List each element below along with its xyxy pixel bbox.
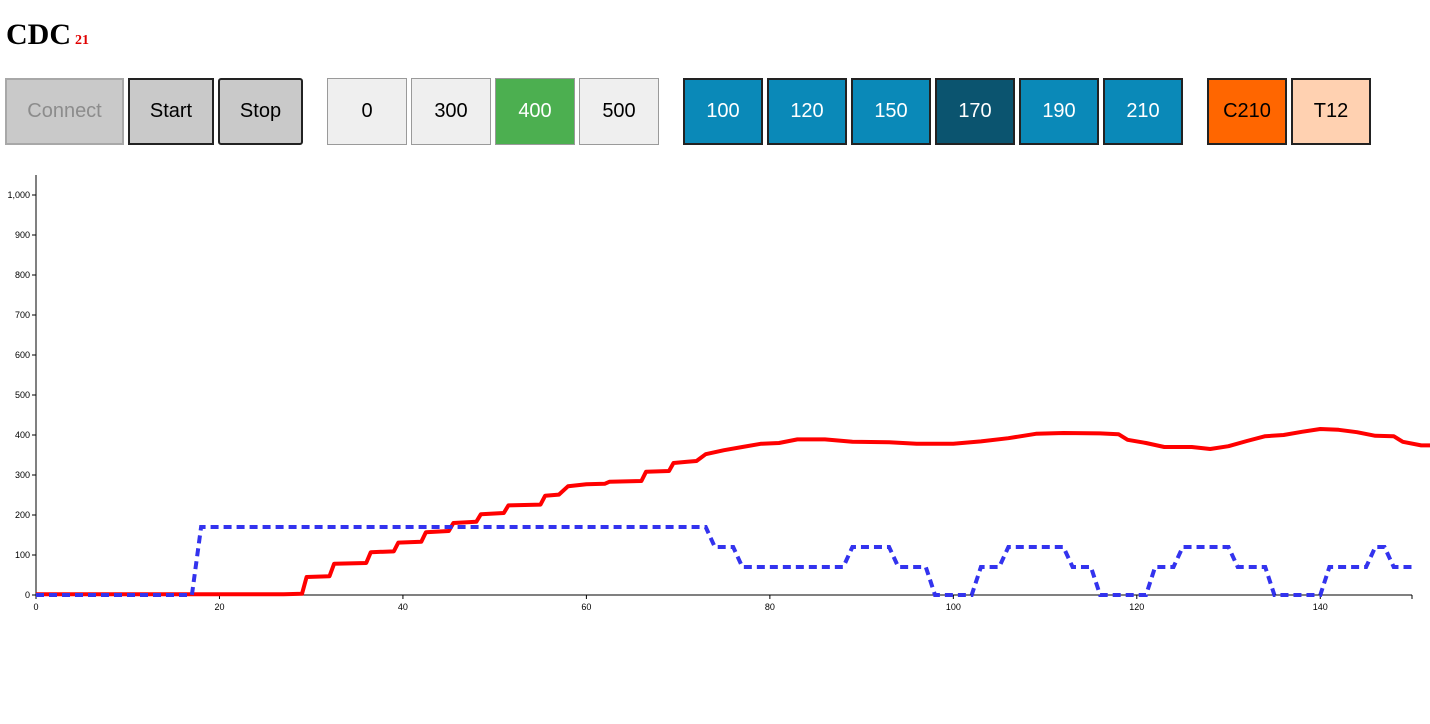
mode-button-c210[interactable]: C210 bbox=[1207, 78, 1287, 145]
y-tick-label: 500 bbox=[15, 390, 30, 400]
y-tick-label: 300 bbox=[15, 470, 30, 480]
line-chart: 0 100 200 300 400 500 600 700 800 900 1,000 0 20 40 60… bbox=[7, 175, 1430, 612]
y-tick-label: 900 bbox=[15, 230, 30, 240]
temp-button-190[interactable]: 190 bbox=[1019, 78, 1099, 145]
x-tick-label: 0 bbox=[33, 602, 38, 612]
start-button[interactable]: Start bbox=[128, 78, 214, 145]
series-line-measured bbox=[36, 427, 1430, 597]
y-tick-label: 600 bbox=[15, 350, 30, 360]
y-tick-label: 800 bbox=[15, 270, 30, 280]
y-tick-label: 400 bbox=[15, 430, 30, 440]
mode-button-t12[interactable]: T12 bbox=[1291, 78, 1371, 145]
stop-button[interactable]: Stop bbox=[218, 78, 303, 145]
x-tick-label: 100 bbox=[946, 602, 961, 612]
page-title: CDC bbox=[6, 18, 71, 51]
series-line-target bbox=[36, 525, 1412, 597]
x-tick-label: 40 bbox=[398, 602, 408, 612]
y-tick-label: 200 bbox=[15, 510, 30, 520]
y-tick-label: 0 bbox=[25, 590, 30, 600]
preset-button-500[interactable]: 500 bbox=[579, 78, 659, 145]
temp-button-150[interactable]: 150 bbox=[851, 78, 931, 145]
x-tick-label: 80 bbox=[765, 602, 775, 612]
temp-button-120[interactable]: 120 bbox=[767, 78, 847, 145]
x-tick-label: 60 bbox=[581, 602, 591, 612]
y-tick-label: 100 bbox=[15, 550, 30, 560]
y-tick-label: 700 bbox=[15, 310, 30, 320]
connect-button[interactable]: Connect bbox=[5, 78, 124, 145]
x-tick-label: 120 bbox=[1129, 602, 1144, 612]
x-tick-label: 140 bbox=[1313, 602, 1328, 612]
x-tick-label: 20 bbox=[214, 602, 224, 612]
preset-button-0[interactable]: 0 bbox=[327, 78, 407, 145]
preset-button-400[interactable]: 400 bbox=[495, 78, 575, 145]
preset-button-300[interactable]: 300 bbox=[411, 78, 491, 145]
temp-button-210[interactable]: 210 bbox=[1103, 78, 1183, 145]
temp-button-170[interactable]: 170 bbox=[935, 78, 1015, 145]
title-badge: 21 bbox=[75, 33, 89, 48]
page-header: CDC 21 bbox=[6, 18, 89, 58]
temp-button-100[interactable]: 100 bbox=[683, 78, 763, 145]
chart-series bbox=[36, 427, 1430, 597]
y-tick-label: 1,000 bbox=[7, 190, 30, 200]
